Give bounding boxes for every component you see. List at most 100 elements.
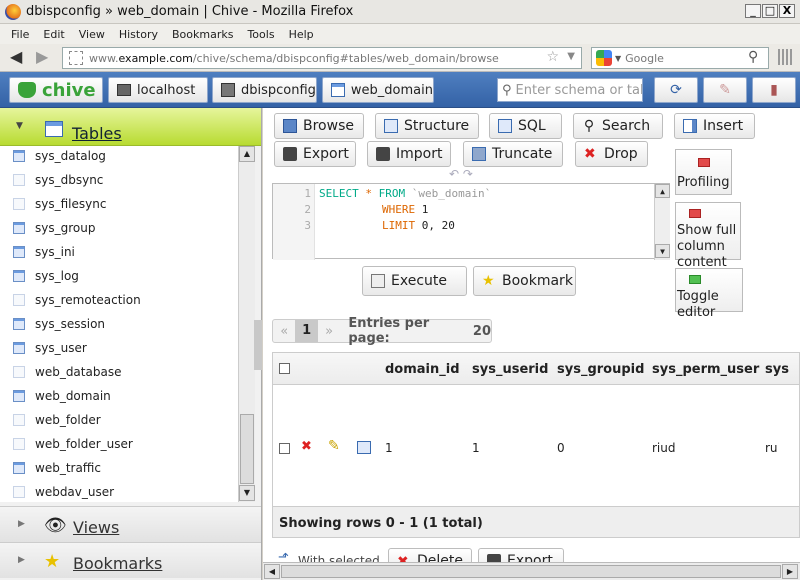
host-button[interactable]: localhost <box>108 77 208 103</box>
insert-row-icon[interactable] <box>357 441 371 454</box>
schema-button[interactable]: dbispconfig <box>212 77 317 103</box>
url-dropdown-icon[interactable]: ▼ <box>567 51 575 62</box>
browse-button[interactable]: Browse <box>274 113 364 139</box>
scroll-thumb[interactable] <box>240 414 254 484</box>
table-button[interactable]: web_domain <box>322 77 434 103</box>
sidebar-table-item[interactable]: sys_ini <box>0 240 238 264</box>
sidebar-table-label[interactable]: sys_log <box>35 269 79 283</box>
sidebar-table-label[interactable]: web_database <box>35 365 121 379</box>
maximize-button[interactable]: □ <box>762 4 778 18</box>
scroll-thumb[interactable] <box>281 565 781 578</box>
sidebar-table-item[interactable]: sys_filesync <box>0 192 238 216</box>
scroll-up-icon[interactable]: ▲ <box>655 184 670 198</box>
menu-tools[interactable]: Tools <box>247 28 274 41</box>
back-arrow-icon[interactable]: ◀ <box>10 47 22 66</box>
pager-next[interactable]: » <box>318 324 340 339</box>
profiling-toggle[interactable]: Profiling <box>675 149 732 195</box>
tables-label[interactable]: Tables <box>72 124 122 143</box>
scroll-left-icon[interactable]: ◀ <box>264 564 280 579</box>
menu-bookmarks[interactable]: Bookmarks <box>172 28 233 41</box>
search-icon[interactable]: ⚲ <box>748 49 758 65</box>
bookmark-button[interactable]: ★ Bookmark <box>473 266 576 296</box>
edit-row-icon[interactable]: ✎ <box>328 438 340 454</box>
scroll-down-icon[interactable]: ▼ <box>239 485 255 501</box>
sidebar-table-label[interactable]: web_folder_user <box>35 437 133 451</box>
drop-button[interactable]: ✖ Drop <box>575 141 648 167</box>
url-bar[interactable]: www.example.com/chive/schema/dbispconfig… <box>62 47 582 69</box>
search-input[interactable]: Google <box>625 52 664 65</box>
pager-current-page[interactable]: 1 <box>295 320 318 342</box>
delete-row-icon[interactable]: ✖ <box>301 439 312 454</box>
schema-search-input[interactable]: ⚲ Enter schema or table <box>497 78 643 102</box>
bookmarks-label[interactable]: Bookmarks <box>73 554 162 573</box>
sidebar-table-item[interactable]: web_domain <box>0 384 238 408</box>
sidebar-table-item[interactable]: sys_datalog <box>0 146 238 168</box>
engine-dropdown-icon[interactable]: ▼ <box>615 54 621 63</box>
structure-button[interactable]: Structure <box>375 113 479 139</box>
export-button[interactable]: Export <box>274 141 356 167</box>
eraser-button[interactable]: ✎ <box>703 77 747 103</box>
menu-view[interactable]: View <box>79 28 105 41</box>
scroll-down-icon[interactable]: ▼ <box>655 244 670 258</box>
sidebar-table-item[interactable]: sys_dbsync <box>0 168 238 192</box>
sidebar-table-label[interactable]: web_traffic <box>35 461 101 475</box>
sql-editor[interactable]: 1 2 3 SELECT * FROM `web_domain` WHERE 1… <box>272 183 670 260</box>
sidebar-table-item[interactable]: sys_user <box>0 336 238 360</box>
truncate-button[interactable]: Truncate <box>463 141 563 167</box>
sidebar-table-label[interactable]: sys_dbsync <box>35 173 103 187</box>
scroll-right-icon[interactable]: ▶ <box>782 564 798 579</box>
google-icon[interactable] <box>596 50 612 66</box>
sidebar-table-label[interactable]: sys_filesync <box>35 197 106 211</box>
bookmarks-section-header[interactable]: ▶ ★ Bookmarks <box>0 542 261 578</box>
refresh-button[interactable]: ⟳ <box>654 77 698 103</box>
sidebar-table-label[interactable]: sys_remoteaction <box>35 293 141 307</box>
sidebar-table-label[interactable]: web_domain <box>35 389 111 403</box>
sidebar-table-item[interactable]: web_traffic <box>0 456 238 480</box>
menu-history[interactable]: History <box>119 28 158 41</box>
column-header[interactable]: sys <box>765 362 789 377</box>
sidebar-table-label[interactable]: sys_user <box>35 341 87 355</box>
sidebar-table-label[interactable]: sys_group <box>35 221 95 235</box>
column-header[interactable]: domain_id <box>385 362 460 377</box>
column-header[interactable]: sys_perm_user <box>652 362 759 377</box>
menu-file[interactable]: File <box>11 28 29 41</box>
import-button[interactable]: Import <box>367 141 451 167</box>
forward-arrow-icon[interactable]: ▶ <box>36 47 48 66</box>
sidebar-splitter[interactable] <box>254 320 262 370</box>
search-engine-box[interactable]: ▼ Google <box>591 47 769 69</box>
sidebar-table-label[interactable]: sys_session <box>35 317 105 331</box>
sidebar-table-item[interactable]: web_database <box>0 360 238 384</box>
row-checkbox[interactable] <box>279 443 290 454</box>
close-button[interactable]: X <box>779 4 795 18</box>
menu-help[interactable]: Help <box>289 28 314 41</box>
sidebar-table-item[interactable]: sys_group <box>0 216 238 240</box>
views-section-header[interactable]: ▶ 👁 Views <box>0 506 261 542</box>
bookmark-star-icon[interactable]: ☆ <box>546 49 559 65</box>
sidebar-table-label[interactable]: sys_ini <box>35 245 75 259</box>
show-full-column-toggle[interactable]: Show full column content <box>675 202 741 270</box>
toggle-editor-button[interactable]: Toggle editor <box>675 268 743 320</box>
sidebar-table-item[interactable]: webdav_user <box>0 480 238 502</box>
entries-per-page-value[interactable]: 20 <box>473 324 491 339</box>
tables-section-header[interactable]: ▼ Tables <box>0 108 261 146</box>
sidebar-table-label[interactable]: sys_datalog <box>35 149 106 163</box>
sidebar-scrollbar[interactable]: ▲ ▼ <box>238 146 255 502</box>
pager-prev[interactable]: « <box>273 324 295 339</box>
insert-button[interactable]: Insert <box>674 113 755 139</box>
views-label[interactable]: Views <box>73 518 119 537</box>
editor-scrollbar[interactable]: ▲ ▼ <box>654 184 670 260</box>
sidebar-table-item[interactable]: web_folder <box>0 408 238 432</box>
sidebar-table-item[interactable]: sys_log <box>0 264 238 288</box>
undo-redo-icons[interactable]: ↶ ↷ <box>449 167 473 181</box>
column-header[interactable]: sys_groupid <box>557 362 644 377</box>
select-all-checkbox[interactable] <box>279 363 290 374</box>
main-horizontal-scrollbar[interactable]: ◀ ▶ <box>263 562 800 580</box>
search-button[interactable]: ⚲ Search <box>573 113 663 139</box>
column-header[interactable]: sys_userid <box>472 362 548 377</box>
chive-home-button[interactable]: chive <box>9 77 103 103</box>
sidebar-table-item[interactable]: web_folder_user <box>0 432 238 456</box>
sidebar-table-item[interactable]: sys_remoteaction <box>0 288 238 312</box>
logout-button[interactable]: ▮ <box>752 77 796 103</box>
sidebar-table-label[interactable]: webdav_user <box>35 485 114 499</box>
scroll-up-icon[interactable]: ▲ <box>239 146 255 162</box>
